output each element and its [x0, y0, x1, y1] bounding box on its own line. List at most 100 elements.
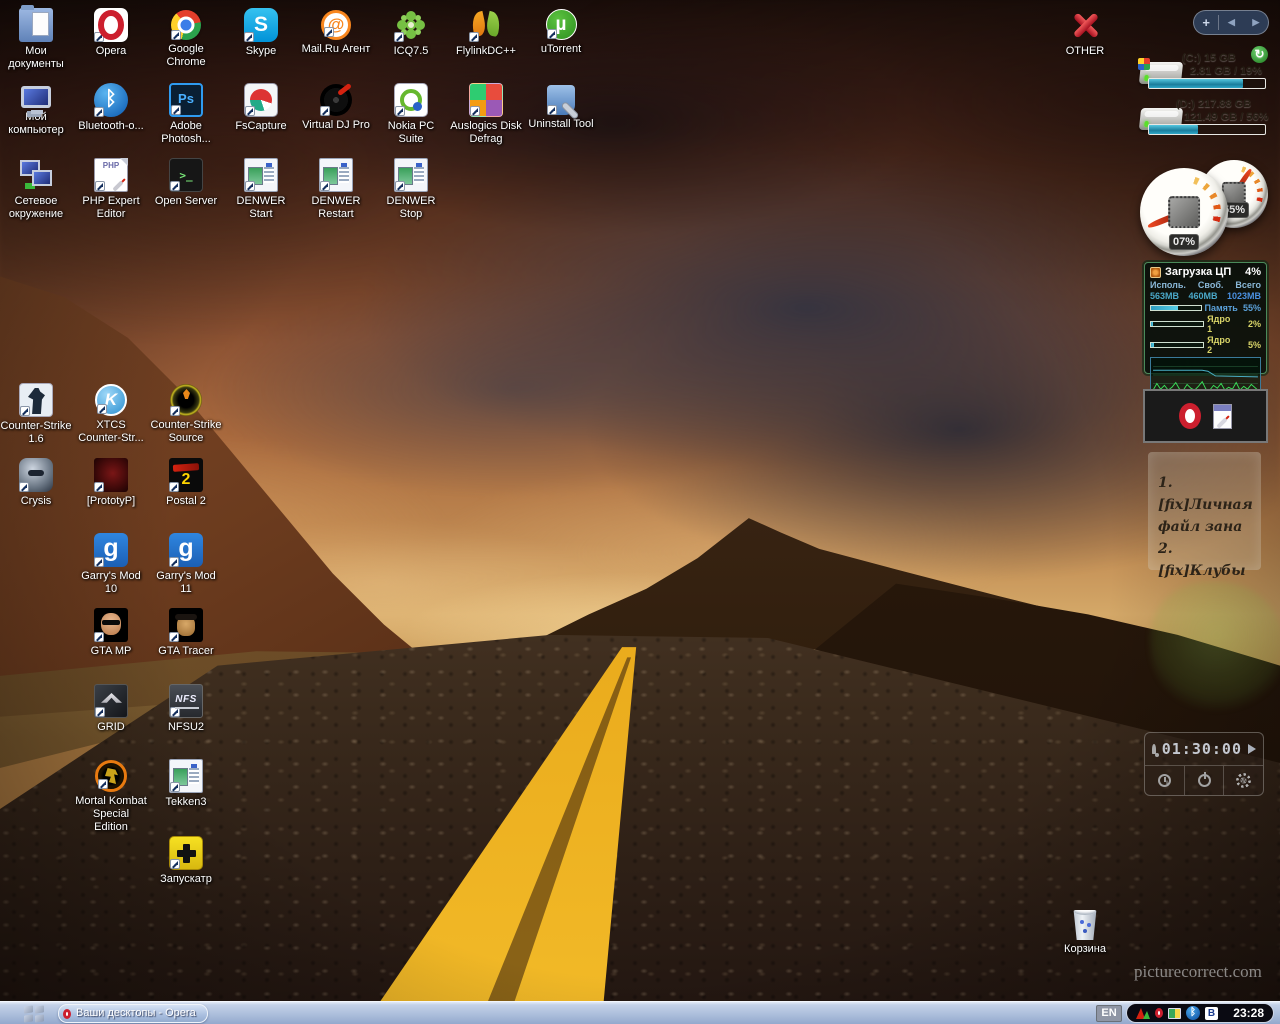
- desktop-icon-other[interactable]: OTHER: [1049, 8, 1121, 58]
- task-button-opera[interactable]: Ваши десктопы - Opera: [58, 1004, 208, 1023]
- opera-icon[interactable]: [1179, 403, 1201, 429]
- mem-used: 563MB: [1150, 291, 1179, 302]
- icon-label: XTCS Counter-Str...: [75, 419, 147, 445]
- icon-label: Opera: [75, 45, 147, 58]
- desktop-icon-gtamp[interactable]: GTA MP: [75, 608, 147, 658]
- desktop-icon-gmod10[interactable]: gGarry's Mod 10: [75, 533, 147, 596]
- zapuskatr-icon: [169, 836, 203, 870]
- memory-label: Память: [1205, 303, 1238, 313]
- desktop-icon-mycomputer[interactable]: Мой компьютер: [0, 83, 72, 137]
- icon-label: Мои документы: [0, 45, 72, 71]
- start-button[interactable]: [24, 1006, 44, 1021]
- shortcut-arrow-icon: [169, 557, 179, 567]
- shortcut-arrow-icon: [169, 482, 179, 492]
- tray-clock[interactable]: 23:28: [1233, 1006, 1264, 1020]
- desktop-icon-nokia[interactable]: Nokia PC Suite: [375, 83, 447, 146]
- disk-d-label: (D:) 217.88 GB: [1176, 98, 1251, 111]
- desktop-icon-skype[interactable]: SSkype: [225, 8, 297, 58]
- desktop-icon-denwerrestart[interactable]: DENWER Restart: [300, 158, 372, 221]
- icon-label: Google Chrome: [150, 43, 222, 69]
- desktop-icon-xtcs[interactable]: KXTCS Counter-Str...: [75, 383, 147, 445]
- desktop-icon-mk[interactable]: Mortal Kombat Special Edition: [75, 759, 147, 834]
- refresh-icon[interactable]: ↻: [1251, 46, 1268, 63]
- tray-display-icon[interactable]: [1168, 1008, 1181, 1019]
- prototyp-icon: [94, 458, 128, 492]
- desktop[interactable]: Мои документыOperaGoogle ChromeSSkype@Ma…: [0, 0, 1280, 1024]
- network-icon: [19, 158, 53, 192]
- tray-b-app-icon[interactable]: B: [1205, 1007, 1218, 1020]
- desktop-icon-uninstall[interactable]: Uninstall Tool: [525, 83, 597, 131]
- desktop-icon-flylink[interactable]: FlylinkDC++: [450, 8, 522, 58]
- tray-opera-icon[interactable]: [1155, 1008, 1163, 1018]
- desktop-icon-mailru[interactable]: @Mail.Ru Агент: [300, 8, 372, 56]
- desktop-icon-photoshop[interactable]: PsAdobe Photosh...: [150, 83, 222, 146]
- shortcut-arrow-icon: [547, 105, 557, 115]
- chrome-icon: [171, 10, 201, 40]
- desktop-icon-auslogics[interactable]: Auslogics Disk Defrag: [450, 83, 522, 146]
- desktop-icon-prototyp[interactable]: [PrototyP]: [75, 458, 147, 508]
- desktop-icon-virtualdj[interactable]: Virtual DJ Pro: [300, 83, 372, 132]
- desktop-icon-icq[interactable]: ICQ7.5: [375, 8, 447, 58]
- php-file-icon[interactable]: [1213, 404, 1232, 429]
- note-line: файл зана: [1158, 516, 1255, 538]
- icon-label: Запускатр: [150, 873, 222, 886]
- desktop-icon-fscapture[interactable]: FsCapture: [225, 83, 297, 133]
- clock-icon: [1158, 774, 1171, 787]
- shortcut-arrow-icon: [171, 30, 181, 40]
- desktop-icon-bluetooth[interactable]: ᛒBluetooth-o...: [75, 83, 147, 133]
- add-widget-button[interactable]: +: [1194, 11, 1218, 34]
- timer-clock-button[interactable]: [1145, 766, 1185, 795]
- desktop-icon-gtatracer[interactable]: GTA Tracer: [150, 608, 222, 658]
- desktop-icon-cs16[interactable]: Counter-Strike 1.6: [0, 383, 72, 446]
- desktop-icon-gmod11[interactable]: gGarry's Mod 11: [150, 533, 222, 596]
- shortcut-arrow-icon: [320, 181, 330, 191]
- shortcut-arrow-icon: [98, 779, 108, 789]
- shortcut-arrow-icon: [170, 181, 180, 191]
- desktop-icon-phpeditor[interactable]: PHPPHP Expert Editor: [75, 158, 147, 221]
- desktop-icon-korzina[interactable]: Корзина: [1049, 908, 1121, 956]
- tray-av-icon[interactable]: [1136, 1007, 1150, 1019]
- disk-usage-widget: ↻ (C:) 15 GB 2.81 GB / 19% (D:) 217.88 G…: [1138, 46, 1272, 144]
- shortcut-arrow-icon: [245, 106, 255, 116]
- desktop-icon-cssource[interactable]: Counter-Strike Source: [150, 383, 222, 445]
- desktop-icon-nfsu2[interactable]: NFSNFSU2: [150, 684, 222, 734]
- desktop-icon-tekken3[interactable]: Tekken3: [150, 759, 222, 809]
- core1-value: 2%: [1240, 319, 1261, 329]
- cpu-gauges-widget: 55% 07%: [1138, 158, 1274, 262]
- desktop-icon-crysis[interactable]: Crysis: [0, 458, 72, 508]
- icon-label: Uninstall Tool: [525, 118, 597, 131]
- desktop-icon-utorrent[interactable]: µuTorrent: [525, 8, 597, 56]
- desktop-icon-zapuskatr[interactable]: Запускатр: [150, 836, 222, 886]
- desktop-icon-postal2[interactable]: 2Postal 2: [150, 458, 222, 508]
- cssource-icon: [170, 384, 202, 416]
- skype-icon: S: [244, 8, 278, 42]
- desktop-icon-openserver[interactable]: >_Open Server: [150, 158, 222, 208]
- timer-power-button[interactable]: [1185, 766, 1225, 795]
- gmod11-icon: g: [169, 533, 203, 567]
- shortcut-arrow-icon: [170, 782, 180, 792]
- prev-arrow-button[interactable]: ◀: [1219, 11, 1243, 34]
- openserver-icon: >_: [169, 158, 203, 192]
- desktop-icon-chrome[interactable]: Google Chrome: [150, 8, 222, 69]
- utorrent-icon: µ: [546, 9, 577, 40]
- timer-start-icon[interactable]: [1248, 744, 1256, 754]
- gtatracer-icon: [169, 608, 203, 642]
- desktop-icon-grid[interactable]: GRID: [75, 684, 147, 734]
- memory-bar: [1150, 305, 1202, 311]
- desktop-icon-denwerstart[interactable]: DENWER Start: [225, 158, 297, 221]
- cs16-icon: [19, 383, 53, 417]
- sticky-notes-widget[interactable]: 1.[fix]Личная файл зана 2.[fix]Клубы: [1148, 452, 1261, 570]
- opera-icon: [63, 1009, 71, 1019]
- tray-bluetooth-icon[interactable]: ᛒ: [1186, 1006, 1200, 1020]
- timer-settings-button[interactable]: [1224, 766, 1263, 795]
- desktop-icon-denwerstop[interactable]: DENWER Stop: [375, 158, 447, 221]
- icon-label: Crysis: [0, 495, 72, 508]
- language-indicator[interactable]: EN: [1096, 1005, 1122, 1022]
- desktop-icon-mydocs[interactable]: Мои документы: [0, 8, 72, 71]
- desktop-icon-network[interactable]: Сетевое окружение: [0, 158, 72, 221]
- next-arrow-button[interactable]: ▶: [1244, 11, 1268, 34]
- widget-carousel: + ◀ ▶: [1193, 10, 1269, 35]
- note-line: 1.[fix]Личная: [1158, 472, 1255, 516]
- shortcut-arrow-icon: [394, 32, 404, 42]
- desktop-icon-opera[interactable]: Opera: [75, 8, 147, 58]
